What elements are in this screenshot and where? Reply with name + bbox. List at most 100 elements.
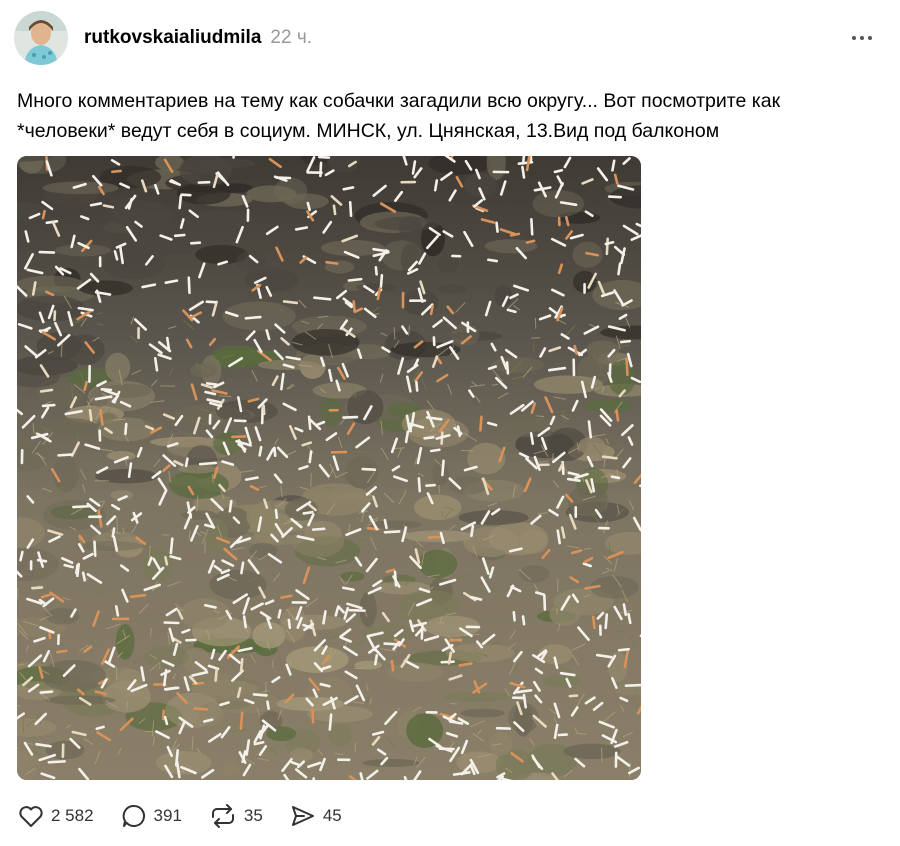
avatar[interactable]	[14, 11, 68, 65]
cigarette-butt	[198, 461, 218, 466]
cigarette-butt	[517, 160, 534, 166]
ground-patch	[154, 236, 198, 255]
cigarette-butt	[72, 504, 91, 509]
cigarette-butt	[244, 315, 262, 320]
cigarette-butt	[415, 380, 419, 392]
ground-patch	[543, 675, 582, 688]
cigarette-butt	[93, 540, 97, 557]
cigarette-butt	[252, 693, 268, 697]
cigarette-butt	[587, 420, 593, 439]
grass-blade	[191, 736, 194, 750]
grass-blade	[17, 587, 19, 600]
share-button[interactable]: 45	[289, 802, 342, 830]
ground-patch	[235, 250, 266, 272]
cigarette-butt	[619, 339, 632, 344]
cigarette-butt	[529, 432, 535, 446]
cigarette-butt	[417, 477, 422, 493]
more-options-button[interactable]	[844, 26, 880, 50]
cigarette-butt	[253, 740, 265, 746]
post-timestamp: 22 ч.	[270, 27, 312, 48]
ground-patch	[460, 708, 505, 718]
post-image[interactable]	[17, 156, 641, 780]
cigarette-butt	[274, 508, 279, 520]
ground-patch	[102, 250, 165, 280]
cigarette-butt	[429, 448, 441, 453]
cigarette-butt	[342, 186, 355, 191]
grass-blade	[334, 753, 343, 755]
cigarette-butt	[328, 713, 333, 731]
ground-patch	[280, 606, 307, 642]
cigarette-butt	[214, 667, 218, 682]
cigarette-butt	[88, 408, 93, 422]
cigarette-butt	[566, 477, 581, 483]
cigarette-butt	[39, 690, 54, 694]
cigarette-butt	[89, 202, 103, 207]
post-actions: 2 582 391 35 45	[17, 800, 368, 832]
cigarette-butt	[530, 217, 534, 236]
cigarette-butt	[169, 537, 174, 555]
grass-blade	[460, 449, 474, 452]
cigarette-butt	[565, 216, 570, 227]
cigarette-butt	[277, 609, 282, 619]
cigarette-butt	[266, 700, 270, 710]
cigarette-butt	[273, 446, 277, 458]
cigarette-butt	[308, 450, 313, 464]
cigarette-butt	[610, 475, 621, 480]
cigarette-butt	[129, 593, 147, 599]
cigarette-butt	[601, 455, 618, 460]
cigarette-butt	[605, 237, 609, 256]
cigarette-butt	[262, 404, 266, 416]
username[interactable]: rutkovskaialiudmila	[84, 27, 261, 49]
cigarette-butt	[100, 388, 113, 392]
ground-patch	[105, 352, 131, 382]
cigarette-butt	[617, 647, 630, 652]
share-count: 45	[322, 806, 342, 825]
heart-icon	[19, 806, 43, 827]
like-button[interactable]: 2 582	[17, 802, 94, 830]
ground-patch	[181, 510, 218, 520]
cigarette-butt	[448, 638, 463, 642]
cigarette-butt	[75, 564, 79, 575]
cigarette-butt	[604, 613, 609, 630]
cigarette-butt	[31, 586, 44, 590]
cigarette-butt	[319, 161, 323, 178]
cigarette-butt	[163, 686, 180, 691]
cigarette-butt	[441, 459, 445, 477]
cigarette-butt	[374, 266, 378, 276]
cigarette-butt	[205, 382, 219, 386]
cigarette-butt	[180, 193, 192, 197]
more-dot	[860, 36, 864, 40]
cigarette-butt	[231, 435, 247, 439]
cigarette-butt	[178, 194, 183, 210]
ground-patch	[490, 357, 544, 373]
cigarette-butt	[625, 358, 629, 377]
ground-patch	[578, 436, 606, 455]
cigarette-butt	[627, 612, 632, 625]
cigarette-butt	[553, 168, 564, 174]
cigarette-butt	[425, 483, 436, 488]
cigarette-butt	[332, 204, 337, 216]
grass-blade	[150, 627, 152, 637]
cigarette-butt	[57, 453, 74, 457]
ground-patch	[432, 462, 449, 486]
cigarette-butt	[470, 524, 475, 537]
repost-count: 35	[243, 806, 263, 825]
ground-patch	[355, 283, 396, 292]
ground-patch	[75, 541, 144, 551]
cigarette-butt	[383, 518, 388, 530]
ground-patch	[189, 363, 218, 378]
cigarette-butt	[487, 258, 499, 263]
comment-button[interactable]: 391	[120, 802, 182, 830]
ground-patch	[143, 646, 189, 669]
cigarette-butt	[165, 336, 171, 351]
cigarette-butt	[240, 561, 245, 575]
cigarette-butt	[258, 445, 263, 457]
cigarette-butt	[41, 209, 46, 220]
cigarette-butt	[429, 305, 434, 316]
cigarette-butt	[559, 671, 576, 677]
cigarette-butt	[393, 570, 398, 587]
grass-blade	[22, 718, 25, 733]
grass-blade	[115, 666, 118, 681]
cigarette-butt	[302, 510, 314, 515]
repost-button[interactable]: 35	[208, 802, 263, 830]
